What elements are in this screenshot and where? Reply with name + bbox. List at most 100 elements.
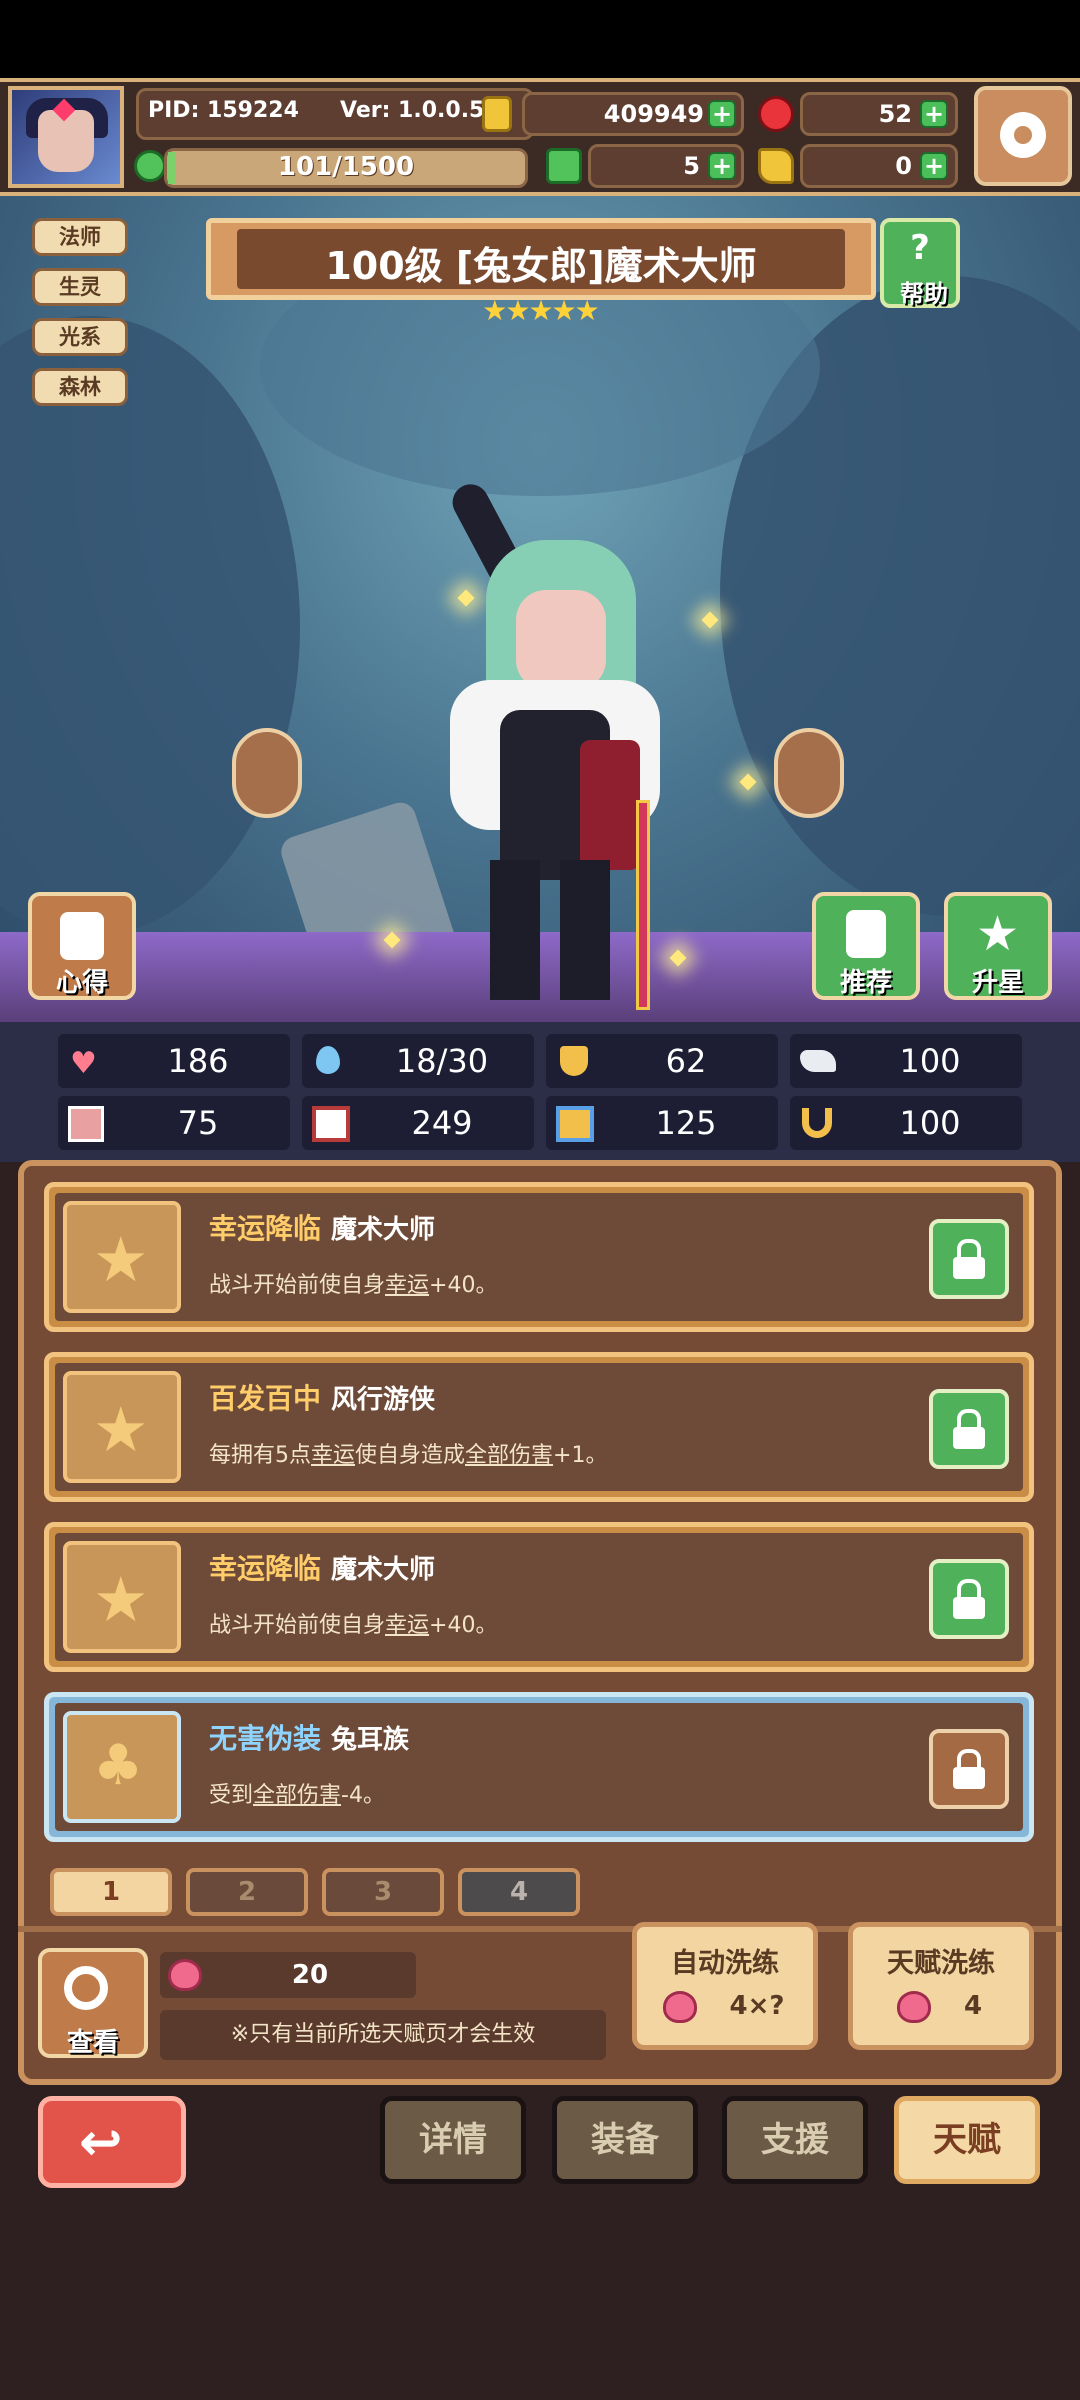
- unlock-icon: [953, 1749, 985, 1789]
- talent-name: 幸运降临: [209, 1212, 322, 1245]
- status-bar: [0, 0, 1080, 78]
- key-amount: 0: [895, 152, 912, 180]
- tips-label: 心得: [55, 968, 108, 998]
- peach-icon: [168, 1959, 202, 1991]
- thumbs-up-icon: [846, 910, 886, 958]
- peach-resource: 20: [160, 1952, 416, 1998]
- talent-page-tab-2[interactable]: 2: [186, 1868, 308, 1916]
- luck-link[interactable]: 幸运: [385, 1273, 429, 1298]
- add-clover-icon[interactable]: +: [708, 152, 736, 180]
- talent-desc-text: +1。: [553, 1443, 608, 1468]
- help-button[interactable]: ? 帮助: [880, 218, 960, 308]
- star-up-label: 升星: [971, 968, 1024, 998]
- lock-button[interactable]: [929, 1559, 1009, 1639]
- talent-wash-label: 天赋洗练: [887, 1948, 995, 1979]
- habitat-tag[interactable]: 森林: [32, 368, 128, 406]
- auto-wash-label: 自动洗练: [671, 1948, 779, 1979]
- key-icon: [758, 148, 794, 184]
- add-key-icon[interactable]: +: [920, 152, 948, 180]
- star-up-button[interactable]: ★ 升星: [944, 892, 1052, 1000]
- mana-stat: 18/30: [302, 1034, 534, 1088]
- talent-card[interactable]: ♣ 无害伪装 兔耳族 受到全部伤害-4。: [44, 1692, 1034, 1842]
- gold-coin-icon: [482, 96, 512, 132]
- heart-icon: ♥: [70, 1046, 97, 1081]
- talent-slot-icon: ★: [63, 1201, 181, 1313]
- peach-icon: [663, 1991, 697, 2023]
- star-icon: ★: [976, 906, 1020, 962]
- wing-icon: [800, 1050, 836, 1072]
- talent-page-notice: ※只有当前所选天赋页才会生效: [160, 2010, 606, 2060]
- ruby-icon: [758, 96, 794, 132]
- talent-name: 幸运降临: [209, 1552, 322, 1585]
- view-button[interactable]: 查看: [38, 1948, 148, 2058]
- hp-value: 186: [167, 1042, 229, 1080]
- talent-slot-icon: ★: [63, 1371, 181, 1483]
- luck-link[interactable]: 幸运: [385, 1613, 429, 1638]
- all-damage-link[interactable]: 全部伤害: [465, 1443, 553, 1468]
- next-hero-button[interactable]: [774, 728, 844, 818]
- add-gem-icon[interactable]: +: [920, 100, 948, 128]
- talent-card[interactable]: ★ 百发百中 风行游侠 每拥有5点幸运使自身造成全部伤害+1。: [44, 1352, 1034, 1502]
- defense-value: 62: [665, 1042, 707, 1080]
- add-gold-icon[interactable]: +: [708, 100, 736, 128]
- character-sprite[interactable]: [430, 477, 680, 1020]
- luck-value: 100: [899, 1104, 961, 1142]
- luck-stat: 100: [790, 1096, 1022, 1150]
- all-damage-link[interactable]: 全部伤害: [253, 1783, 341, 1808]
- horseshoe-icon: [802, 1108, 832, 1138]
- view-label: 查看: [66, 2028, 119, 2058]
- auto-wash-button[interactable]: 自动洗练 4×?: [632, 1922, 818, 2050]
- lock-button[interactable]: [929, 1219, 1009, 1299]
- element-tag[interactable]: 光系: [32, 318, 128, 356]
- recommend-button[interactable]: 推荐: [812, 892, 920, 1000]
- talent-desc-text: +40。: [429, 1273, 498, 1298]
- gear-icon: [1000, 112, 1046, 158]
- class-tag[interactable]: 法师: [32, 218, 128, 256]
- race-tag[interactable]: 生灵: [32, 268, 128, 306]
- luck-link[interactable]: 幸运: [311, 1443, 355, 1468]
- water-drop-icon: [316, 1046, 340, 1074]
- mana-value: 18/30: [395, 1042, 489, 1080]
- talent-page-tab-4[interactable]: 4: [458, 1868, 580, 1916]
- fist-icon: [68, 1106, 104, 1142]
- talent-page-tab-1[interactable]: 1: [50, 1868, 172, 1916]
- defense-stat: 62: [546, 1034, 778, 1088]
- settings-button[interactable]: [974, 86, 1072, 186]
- star-icon: ★: [93, 1223, 149, 1296]
- talent-card[interactable]: ★ 幸运降临 魔术大师 战斗开始前使自身幸运+40。: [44, 1522, 1034, 1672]
- talent-description: 每拥有5点幸运使自身造成全部伤害+1。: [209, 1437, 607, 1469]
- talent-page-tab-3[interactable]: 3: [322, 1868, 444, 1916]
- character-title-plate: 100级 [兔女郎]魔术大师: [206, 218, 876, 300]
- scroll-icon: [60, 912, 104, 960]
- talent-name: 百发百中: [209, 1382, 322, 1415]
- details-tab[interactable]: 详情: [380, 2096, 526, 2184]
- bunny-icon: ♣: [93, 1733, 144, 1798]
- talent-source: 魔术大师: [331, 1215, 436, 1245]
- previous-hero-button[interactable]: [232, 728, 302, 818]
- talent-tab[interactable]: 天赋: [894, 2096, 1040, 2184]
- talent-source: 风行游侠: [331, 1385, 436, 1415]
- player-avatar[interactable]: [8, 86, 124, 188]
- talent-description: 战斗开始前使自身幸运+40。: [209, 1607, 497, 1639]
- talent-name: 无害伪装: [209, 1722, 322, 1755]
- agility-stat: 125: [546, 1096, 778, 1150]
- boot-icon: [556, 1106, 594, 1142]
- return-arrow-icon: ↩: [79, 2113, 123, 2173]
- talent-wash-button[interactable]: 天赋洗练 4: [848, 1922, 1034, 2050]
- talent-card[interactable]: ★ 幸运降临 魔术大师 战斗开始前使自身幸运+40。: [44, 1182, 1034, 1332]
- equipment-tab[interactable]: 装备: [552, 2096, 698, 2184]
- talent-desc-text: 每拥有5点: [209, 1443, 311, 1468]
- support-tab[interactable]: 支援: [722, 2096, 868, 2184]
- lock-button[interactable]: [929, 1389, 1009, 1469]
- help-label: 帮助: [900, 280, 948, 308]
- strength-stat: 75: [58, 1096, 290, 1150]
- star-icon: ★: [93, 1393, 149, 1466]
- back-button[interactable]: ↩: [38, 2096, 186, 2188]
- lock-icon: [953, 1579, 985, 1619]
- intellect-stat: 249: [302, 1096, 534, 1150]
- tips-button[interactable]: 心得: [28, 892, 136, 1000]
- unlock-button[interactable]: [929, 1729, 1009, 1809]
- clover-amount: 5: [683, 152, 700, 180]
- talent-desc-text: -4。: [341, 1783, 385, 1808]
- peach-count: 20: [291, 1960, 329, 1990]
